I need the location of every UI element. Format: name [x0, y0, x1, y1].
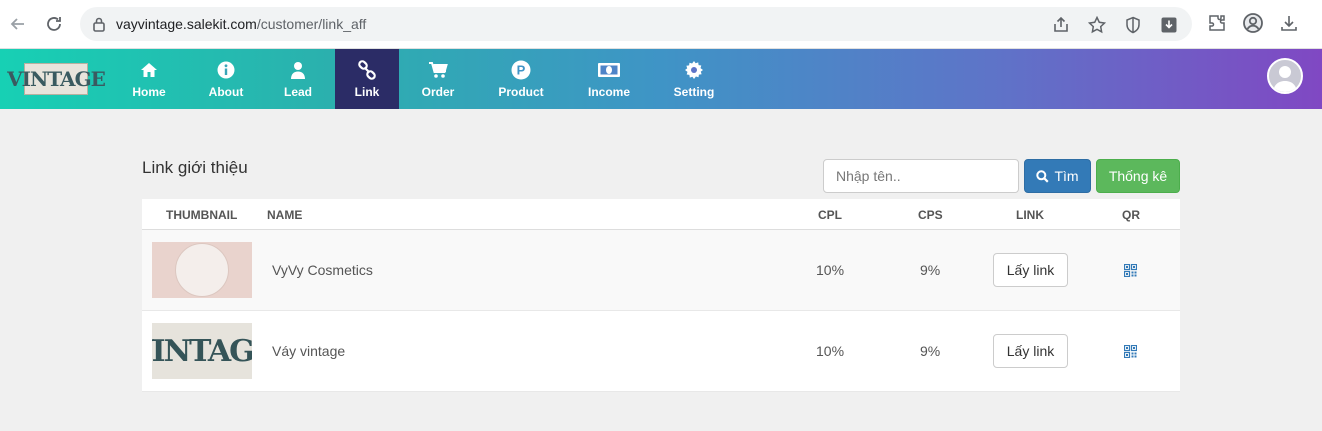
- row-cpl: 10%: [816, 343, 845, 359]
- menu-item-product[interactable]: P Product: [477, 49, 565, 109]
- profile-icon[interactable]: [1242, 12, 1264, 34]
- product-thumbnail: VINTAGE: [152, 323, 252, 379]
- back-button[interactable]: [6, 12, 30, 36]
- stats-button[interactable]: Thống kê: [1096, 159, 1180, 193]
- search-icon: [1036, 169, 1050, 183]
- header-cps: CPS: [918, 208, 943, 222]
- svg-text:P: P: [517, 63, 526, 78]
- header-cpl: CPL: [818, 208, 842, 222]
- extensions-icon[interactable]: [1206, 12, 1228, 34]
- menu-item-about[interactable]: About: [180, 49, 272, 109]
- menu-label: Product: [498, 85, 544, 99]
- search-input[interactable]: [823, 159, 1019, 193]
- row-cps: 9%: [920, 262, 941, 278]
- row-cps: 9%: [920, 343, 941, 359]
- url-text: vayvintage.salekit.com/customer/link_aff: [116, 16, 367, 32]
- product-icon: P: [511, 59, 531, 81]
- avatar-icon: [1273, 66, 1297, 92]
- info-icon: [217, 59, 235, 81]
- menu-item-income[interactable]: Income: [565, 49, 653, 109]
- qr-code-icon[interactable]: [1124, 345, 1137, 358]
- brand-logo[interactable]: VINTAGE: [7, 63, 106, 95]
- get-link-button[interactable]: Lấy link: [993, 334, 1068, 368]
- browser-toolbar: vayvintage.salekit.com/customer/link_aff: [0, 0, 1322, 49]
- address-bar[interactable]: vayvintage.salekit.com/customer/link_aff: [80, 7, 1192, 41]
- row-name: VyVy Cosmetics: [272, 262, 373, 278]
- qr-code-icon[interactable]: [1124, 264, 1137, 277]
- product-thumbnail: [152, 242, 252, 298]
- menu-item-setting[interactable]: Setting: [653, 49, 735, 109]
- header-name: NAME: [267, 208, 303, 222]
- menu-label: Income: [587, 85, 630, 99]
- lock-icon: [92, 16, 106, 37]
- row-name: Váy vintage: [272, 343, 346, 359]
- row-cpl: 10%: [816, 262, 845, 278]
- menu-label: About: [208, 85, 244, 99]
- money-icon: [597, 59, 621, 81]
- home-icon: [140, 59, 158, 81]
- star-icon[interactable]: [1086, 14, 1108, 36]
- search-button[interactable]: Tìm: [1024, 159, 1091, 193]
- menu-item-order[interactable]: Order: [399, 49, 477, 109]
- menu-label: Home: [132, 85, 166, 99]
- search-button-label: Tìm: [1054, 168, 1079, 184]
- affiliate-link-table: THUMBNAIL NAME CPL CPS LINK QR VyVy Cosm…: [142, 199, 1180, 392]
- header-link: LINK: [1016, 208, 1044, 222]
- menu-label: Lead: [283, 85, 312, 99]
- download-box-icon[interactable]: [1158, 14, 1180, 36]
- reload-icon: [47, 17, 61, 31]
- page-title: Link giới thiệu: [142, 158, 248, 177]
- menu-label: Setting: [673, 85, 715, 99]
- user-icon: [290, 59, 306, 81]
- user-avatar[interactable]: [1267, 58, 1303, 94]
- table-row: VyVy Cosmetics 10% 9% Lấy link: [142, 230, 1180, 311]
- header-qr: QR: [1122, 208, 1140, 222]
- arrow-back-icon: [10, 18, 24, 30]
- main-menu: Home About Lead Link Order P Product Inc…: [118, 49, 735, 109]
- cart-icon: [428, 59, 448, 81]
- menu-item-link[interactable]: Link: [335, 49, 399, 109]
- get-link-button[interactable]: Lấy link: [993, 253, 1068, 287]
- share-icon[interactable]: [1050, 14, 1072, 36]
- header-thumbnail: THUMBNAIL: [166, 208, 238, 222]
- table-row: VINTAGE Váy vintage 10% 9% Lấy link: [142, 311, 1180, 392]
- gear-icon: [684, 59, 704, 81]
- shield-icon[interactable]: [1122, 14, 1144, 36]
- table-header: THUMBNAIL NAME CPL CPS LINK QR: [142, 199, 1180, 230]
- menu-label: Order: [421, 85, 455, 99]
- app-header: VINTAGE Home About Lead Link Order P Pro…: [0, 49, 1322, 109]
- download-icon[interactable]: [1278, 12, 1300, 34]
- menu-item-lead[interactable]: Lead: [272, 49, 324, 109]
- reload-button[interactable]: [42, 12, 66, 36]
- menu-item-home[interactable]: Home: [118, 49, 180, 109]
- cosmetics-logo: [175, 243, 229, 297]
- link-icon: [357, 59, 377, 81]
- menu-label: Link: [354, 85, 380, 99]
